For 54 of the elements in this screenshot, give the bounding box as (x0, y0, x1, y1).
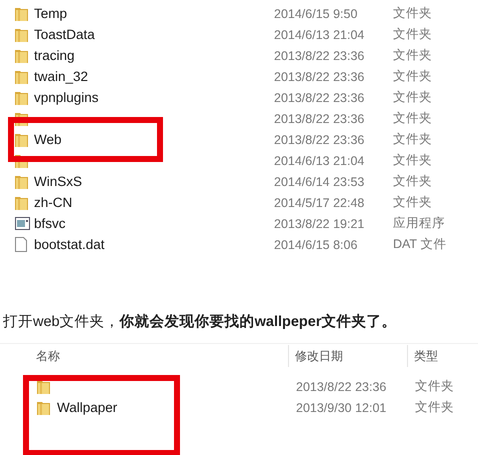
modified-date: 2013/8/22 23:36 (274, 70, 366, 84)
folder-icon (15, 90, 28, 105)
file-type: 文件夹 (393, 194, 433, 211)
file-name[interactable]: zh-CN (34, 195, 274, 210)
document-icon (15, 237, 27, 252)
file-type: 文件夹 (393, 26, 433, 43)
file-type: 文件夹 (393, 68, 433, 85)
folder-icon (15, 27, 28, 42)
modified-date: 2014/5/17 22:48 (274, 196, 366, 210)
folder-icon (37, 379, 50, 394)
folder-icon (37, 400, 50, 415)
modified-date: 2014/6/15 8:06 (274, 238, 358, 252)
file-type: 应用程序 (393, 215, 446, 232)
file-name[interactable]: tracing (34, 48, 274, 63)
folder-icon (15, 132, 28, 147)
file-type: 文件夹 (393, 173, 433, 190)
modified-date: 2013/8/22 19:21 (274, 216, 366, 230)
file-type: 文件夹 (393, 152, 433, 169)
modified-date: 2014/6/13 21:04 (274, 28, 366, 42)
file-name[interactable]: Wallpaper (57, 400, 296, 415)
file-type: 文件夹 (415, 378, 455, 395)
file-name[interactable]: Temp (34, 6, 274, 21)
folder-icon (15, 195, 28, 210)
file-name[interactable]: bootstat.dat (34, 237, 274, 252)
file-type: 文件夹 (415, 399, 455, 416)
modified-date: 2014/6/13 21:04 (274, 154, 366, 168)
folder-icon (15, 6, 28, 21)
modified-date: 2013/8/22 23:36 (274, 48, 366, 62)
file-name[interactable]: WinSxS (34, 174, 274, 189)
file-name[interactable]: Web (34, 132, 274, 147)
file-type: 文件夹 (393, 89, 433, 106)
modified-date: 2013/8/22 23:36 (274, 90, 366, 104)
caption-text: 打开web文件夹，你就会发现你要找的wallpeper文件夹了。 (3, 312, 398, 331)
modified-date: 2014/6/14 23:53 (274, 174, 366, 188)
file-type: 文件夹 (393, 131, 433, 148)
application-icon (15, 217, 30, 230)
modified-date: 2014/6/15 9:50 (274, 6, 358, 20)
file-name[interactable]: twain_32 (34, 69, 274, 84)
file-type: 文件夹 (393, 110, 433, 127)
file-type: 文件夹 (393, 5, 433, 22)
folder-icon (15, 69, 28, 84)
modified-date: 2013/8/22 23:36 (274, 132, 366, 146)
modified-date: 2013/8/22 23:36 (296, 380, 388, 394)
file-name[interactable]: ToastData (34, 27, 274, 42)
file-name[interactable]: vpnplugins (34, 90, 274, 105)
file-type: DAT 文件 (393, 236, 448, 253)
file-type: 文件夹 (393, 47, 433, 64)
file-name[interactable]: bfsvc (34, 216, 274, 231)
column-header[interactable]: 修改日期 (288, 345, 414, 367)
modified-date: 2013/8/22 23:36 (274, 112, 366, 126)
folder-icon (15, 174, 28, 189)
modified-date: 2013/9/30 12:01 (296, 400, 388, 414)
folder-icon (15, 48, 28, 63)
column-header[interactable]: 类型 (407, 345, 478, 367)
